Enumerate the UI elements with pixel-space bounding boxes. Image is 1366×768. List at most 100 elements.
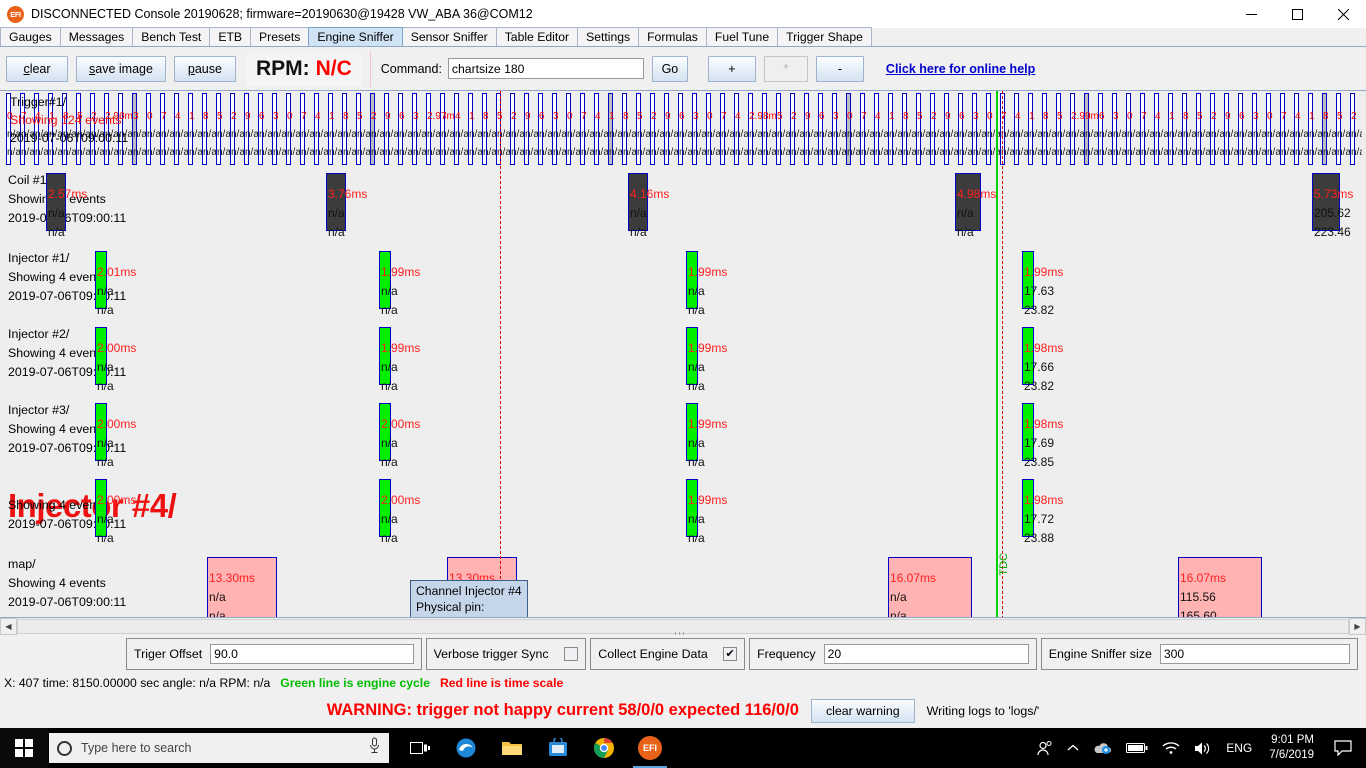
clear-warning-button[interactable]: clear warning xyxy=(810,698,915,723)
trigger-pulse-duration: 4 xyxy=(1295,111,1301,122)
trigger-channel-caption-0: Trigger#1/ xyxy=(10,95,67,109)
language-indicator[interactable]: ENG xyxy=(1219,728,1259,768)
channel-injector-1[interactable]: Injector #1/Showing 4 events 2019-07-06T0… xyxy=(0,251,1366,327)
file-explorer-icon[interactable] xyxy=(489,728,535,768)
battery-icon[interactable] xyxy=(1119,728,1155,768)
collect-engine-data-checkbox[interactable]: ✔ xyxy=(723,647,738,661)
frequency-input[interactable] xyxy=(823,644,1029,664)
tab-fuel-tune[interactable]: Fuel Tune xyxy=(705,27,779,46)
tooltip-line-1: Channel Injector #4 xyxy=(416,584,522,598)
clear-warning-label: clear warning xyxy=(825,703,900,718)
volume-icon[interactable] xyxy=(1187,728,1219,768)
scroll-right-arrow-icon[interactable]: ▶ xyxy=(1349,618,1366,635)
channel-map[interactable]: map/Showing 4 events 2019-07-06T09:00:11 1… xyxy=(0,557,1366,617)
trigger-pulse-duration: 7 xyxy=(301,111,307,122)
verbose-trigger-sync-checkbox[interactable] xyxy=(564,647,579,661)
trigger-pulse-value-1: n/a xyxy=(595,129,609,140)
tab-trigger-shape[interactable]: Trigger Shape xyxy=(777,27,872,46)
trigger-pulse-value-1: n/a xyxy=(931,129,945,140)
scroll-left-arrow-icon[interactable]: ◀ xyxy=(0,618,17,635)
people-icon[interactable] xyxy=(1029,728,1060,768)
show-hidden-icons-icon[interactable] xyxy=(1060,728,1086,768)
tab-etb[interactable]: ETB xyxy=(209,27,252,46)
trigger-pulse-value-2: n/a xyxy=(1015,147,1029,158)
trigger-pulse-value-1: n/a xyxy=(1141,129,1155,140)
channel-name: Coil #1/ xyxy=(8,173,51,187)
trigger-pulse-duration: 3 xyxy=(133,111,139,122)
close-button[interactable] xyxy=(1320,0,1366,28)
trigger-pulse-value-2: n/a xyxy=(567,147,581,158)
tab-gauges[interactable]: Gauges xyxy=(0,27,61,46)
trigger-pulse-value-1: n/a xyxy=(1225,129,1239,140)
save-image-button[interactable]: s ave image xyxy=(76,55,166,82)
channel-injector-2[interactable]: Injector #2/Showing 4 events 2019-07-06T0… xyxy=(0,327,1366,403)
wifi-icon[interactable] xyxy=(1155,728,1187,768)
event-value-1: n/a xyxy=(688,436,705,450)
trigger-pulse-value-1: n/a xyxy=(1085,129,1099,140)
event-value-2: n/a xyxy=(381,531,398,545)
channel-events-count: Showing 4 events xyxy=(8,270,106,284)
taskbar-clock[interactable]: 9:01 PM 7/6/2019 xyxy=(1259,728,1324,768)
collect-engine-data-group[interactable]: Collect Engine Data ✔ xyxy=(590,638,746,670)
command-input[interactable] xyxy=(447,58,644,79)
channel-injector-4[interactable]: Injector #4/Showing 4 events 2019-07-06T0… xyxy=(0,479,1366,555)
action-center-icon[interactable] xyxy=(1324,728,1362,768)
trigger-pulse-value-1: n/a xyxy=(819,129,833,140)
channel-injector-3[interactable]: Injector #3/Showing 4 events 2019-07-06T0… xyxy=(0,403,1366,479)
scroll-track[interactable] xyxy=(17,618,1349,638)
trigger-pulse-value-1: n/a xyxy=(1211,129,1225,140)
trigger-pulse-value-2: n/a xyxy=(1141,147,1155,158)
tab-presets[interactable]: Presets xyxy=(250,27,310,46)
channel-coil-1[interactable]: Coil #1/Showing 5 events2019-07-06T09:00… xyxy=(0,173,1366,249)
trigger-pulse-value-1: n/a xyxy=(189,129,203,140)
trigger-pulse-value-2: n/a xyxy=(1113,147,1127,158)
efi-console-icon[interactable]: EFI xyxy=(627,728,673,768)
go-button[interactable]: Go xyxy=(651,55,688,82)
trigger-pulse-value-1: n/a xyxy=(763,129,777,140)
taskbar-search-box[interactable]: Type here to search xyxy=(49,733,389,763)
online-help-link[interactable]: Click here for online help xyxy=(886,62,1035,76)
microphone-icon[interactable] xyxy=(368,737,381,759)
event-bar xyxy=(1022,403,1034,461)
trigger-pulse-duration: 6 xyxy=(1239,111,1245,122)
scroll-thumb[interactable] xyxy=(17,619,1349,638)
minimize-button[interactable] xyxy=(1228,0,1274,28)
trigger-pulse-value-2: n/a xyxy=(1337,147,1351,158)
pause-button[interactable]: p ause xyxy=(173,55,236,82)
maximize-button[interactable] xyxy=(1274,0,1320,28)
engine-sniffer-size-input[interactable] xyxy=(1159,644,1350,664)
event-duration: 1.98ms xyxy=(1024,417,1064,431)
tab-label: Bench Test xyxy=(141,30,202,44)
edge-icon[interactable] xyxy=(443,728,489,768)
tab-engine-sniffer[interactable]: Engine Sniffer xyxy=(308,27,403,46)
trigger-pulse-value-1: n/a xyxy=(903,129,917,140)
zoom-out-button[interactable]: - xyxy=(815,55,864,82)
tab-table-editor[interactable]: Table Editor xyxy=(495,27,579,46)
trigger-pulse-duration: 4 xyxy=(1155,111,1161,122)
trigger-pulse-value-2: n/a xyxy=(1239,147,1253,158)
tab-messages[interactable]: Messages xyxy=(59,27,134,46)
tab-formulas[interactable]: Formulas xyxy=(638,27,707,46)
tab-bench-test[interactable]: Bench Test xyxy=(132,27,211,46)
trigger-pulse-value-2: n/a xyxy=(679,147,693,158)
onedrive-icon[interactable] xyxy=(1086,728,1119,768)
event-bar xyxy=(379,327,391,385)
cursor-readout: X: 407 time: 8150.00000 sec angle: n/a R… xyxy=(4,676,271,690)
zoom-in-button[interactable]: + xyxy=(707,55,756,82)
clear-button[interactable]: c lear xyxy=(6,55,68,82)
chart-horizontal-scrollbar[interactable]: ◀ ▶ xyxy=(0,618,1366,638)
task-view-icon[interactable] xyxy=(397,728,443,768)
windows-start-icon[interactable] xyxy=(0,728,48,768)
verbose-trigger-sync-group[interactable]: Verbose trigger Sync xyxy=(425,638,587,670)
tab-settings[interactable]: Settings xyxy=(577,27,640,46)
tab-sensor-sniffer[interactable]: Sensor Sniffer xyxy=(401,27,497,46)
zoom-reset-button[interactable]: * xyxy=(763,55,808,82)
engine-sniffer-chart[interactable]: 0 n/a n/a 7 n/a n/a 4 n/a n/a 1 n/a n/a 8 n/a n/a 5 n/a n… xyxy=(0,90,1366,618)
event-value-2: n/a xyxy=(97,531,114,545)
trigger-pulse-duration: 0 xyxy=(567,111,573,122)
trigger-pulse-value-1: n/a xyxy=(1309,129,1323,140)
store-icon[interactable] xyxy=(535,728,581,768)
chrome-icon[interactable] xyxy=(581,728,627,768)
event-bar xyxy=(379,479,391,537)
trigger-offset-input[interactable] xyxy=(210,644,414,664)
